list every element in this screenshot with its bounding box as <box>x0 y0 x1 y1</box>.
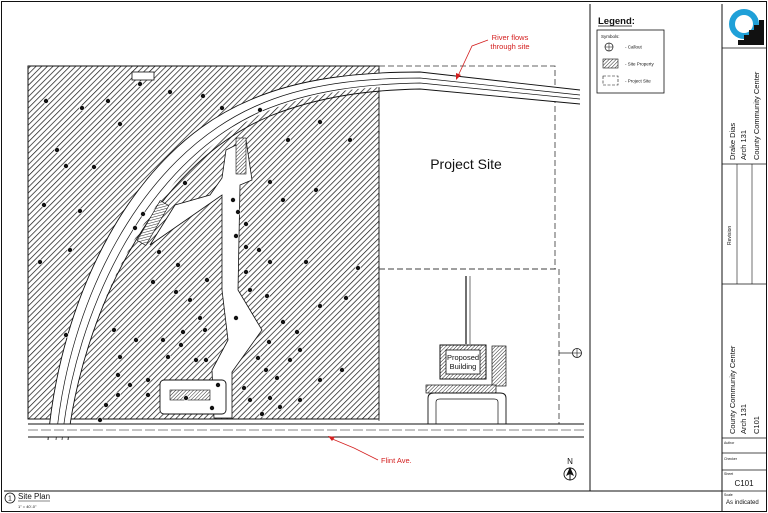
parking-stalls-bottom <box>425 384 497 394</box>
legend-item-callout: - Callout <box>625 45 643 50</box>
view-title-text: Site Plan <box>18 492 50 501</box>
parking-lot-inner <box>435 398 499 424</box>
tb-course: Arch 131 <box>739 130 748 160</box>
tb-scale-label: Scale <box>724 493 733 497</box>
path-feature-2 <box>235 137 247 175</box>
parking-lot-outline <box>427 392 507 424</box>
annotation-river-leader <box>457 39 489 77</box>
parking-stalls-right <box>491 345 507 387</box>
project-site-label: Project Site <box>430 156 502 172</box>
legend-item-site-property: - Site Property <box>625 62 655 67</box>
tb-scale-value: As indicated <box>726 500 759 506</box>
firm-logo-icon <box>725 6 765 46</box>
north-arrow-icon: N <box>563 457 577 481</box>
tb-sheet-id-vertical: C101 <box>752 416 761 434</box>
annotation-road-leader <box>329 437 379 461</box>
view-title: 1 Site Plan 1" = 40'-0" <box>4 492 50 509</box>
tb-revision-label: Revision <box>727 226 733 245</box>
tb-author-label: Author <box>724 441 735 445</box>
building-label-line2: Building <box>450 362 477 371</box>
legend-subtitle: Symbols: <box>601 34 620 39</box>
legend-hatch-swatch-icon <box>602 58 619 69</box>
tb-course2: Arch 131 <box>739 404 748 434</box>
legend-title: Legend: <box>598 16 635 27</box>
annotation-river-line1: River flows <box>492 33 529 42</box>
legend: Legend: Symbols: - Callout - Site Proper… <box>596 16 665 94</box>
annotation-river-line2: through site <box>490 42 529 51</box>
parking-hatch <box>169 389 211 401</box>
tb-designer: Drake Dias <box>728 123 737 160</box>
building-label-line1: Proposed <box>447 353 479 362</box>
tb-sheet-number: C101 <box>734 479 754 488</box>
tb-checker-label: Checker <box>724 457 738 461</box>
annotation-road: Flint Ave. <box>381 456 412 465</box>
north-label: N <box>567 457 573 466</box>
view-number: 1 <box>8 496 12 503</box>
view-scale: 1" = 40'-0" <box>18 504 37 509</box>
tb-project-name: County Community Center <box>728 345 737 434</box>
legend-item-project-site: - Project Site <box>625 79 651 84</box>
proposed-building-group: Proposed Building <box>425 276 507 424</box>
tb-project-short: County Community Center <box>752 71 761 160</box>
tb-sheet-label: Sheet <box>724 472 733 476</box>
site-small-rect <box>131 71 155 81</box>
site-drawing: Proposed Building Project Site River flo… <box>27 33 584 481</box>
road-band <box>28 424 584 437</box>
title-block: Drake Dias Arch 131 County Community Cen… <box>722 6 766 506</box>
